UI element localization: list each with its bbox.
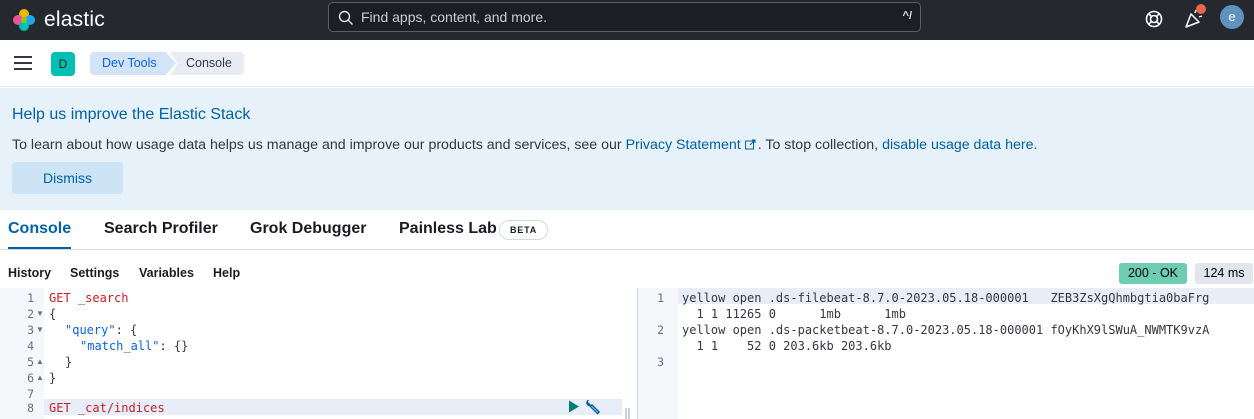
output-line: 1 1 11265 0 1mb 1mb [682,307,906,321]
breadcrumb-bar: D Dev Tools Console [0,40,1254,87]
line-number: 5 [27,355,34,369]
search-shortcut-hint: ^/ [902,10,912,22]
pane-resize-handle[interactable] [624,408,632,419]
top-header: elastic ^/ e [0,0,1254,40]
tab-painless-lab[interactable]: Painless Lab [399,220,497,249]
line-number: 8 [27,401,34,415]
code-line: GET _search [49,290,129,306]
tab-console[interactable]: Console [8,220,72,249]
dismiss-button[interactable]: Dismiss [12,162,123,194]
banner-text: To learn about how usage data helps us m… [12,137,1037,153]
dev-tools-tabs: Console Search Profiler Grok Debugger Pa… [0,210,1254,250]
response-output[interactable]: 1 2 3 yellow open .ds-filebeat-8.7.0-202… [637,288,1254,419]
history-link[interactable]: History [8,266,51,280]
json-key: "query" [65,323,116,337]
output-line: yellow open .ds-packetbeat-8.7.0-2023.05… [682,323,1210,337]
json-punct: : {} [159,339,189,353]
request-editor[interactable]: 1 2 3 4 5 6 7 8 ▼ ▼ ▲ ▲ GET _search { "q… [0,288,622,419]
output-line: yellow open .ds-filebeat-8.7.0-2023.05.1… [682,291,1210,305]
json-punct: : { [115,323,138,337]
request-path: _cat/indices [77,401,165,415]
line-number: 3 [657,355,664,369]
fold-toggle-icon[interactable]: ▼ [36,322,44,338]
elastic-cluster-icon [13,9,35,31]
banner-text-middle: . To stop collection, [757,137,883,153]
tab-grok-debugger[interactable]: Grok Debugger [250,220,366,249]
hamburger-menu-icon[interactable] [13,55,33,71]
notification-dot [1196,4,1206,14]
user-avatar[interactable]: e [1220,5,1244,29]
code-line: "match_all": {} [80,338,188,354]
json-key: "match_all" [80,339,160,353]
banner-text-before: To learn about how usage data helps us m… [12,137,626,153]
code-line: GET _cat/indices [49,400,165,416]
code-line: } [65,355,73,369]
search-input[interactable] [361,7,861,27]
space-avatar[interactable]: D [51,52,75,76]
http-method: GET [49,291,71,305]
settings-link[interactable]: Settings [70,266,119,280]
external-link-icon [744,139,756,150]
brand-name: elastic [44,8,105,31]
variables-link[interactable]: Variables [139,266,194,280]
telemetry-banner: Help us improve the Elastic Stack To lea… [0,88,1254,210]
beta-badge: BETA [499,220,549,240]
code-line: } [49,371,57,385]
line-number: 1 [657,291,664,305]
code-line: "query": { [65,322,137,338]
output-line: 1 1 52 0 203.6kb 203.6kb [682,339,892,353]
line-number: 3 [27,323,34,337]
play-icon[interactable] [568,400,580,413]
request-path: _search [77,291,129,305]
http-method: GET [49,401,71,415]
disable-usage-data-link[interactable]: disable usage data here. [882,137,1037,153]
help-link[interactable]: Help [213,266,240,280]
privacy-statement-link[interactable]: Privacy Statement [626,137,741,153]
search-icon [338,10,353,25]
global-search[interactable]: ^/ [328,2,921,32]
banner-title: Help us improve the Elastic Stack [12,106,251,123]
elastic-logo[interactable]: elastic [12,6,105,34]
help-icon[interactable] [1143,8,1165,30]
line-number: 2 [27,307,34,321]
fold-toggle-icon[interactable]: ▲ [36,354,44,370]
code-line: { [49,307,57,321]
line-number: 2 [657,323,664,337]
breadcrumb-dev-tools[interactable]: Dev Tools [90,52,176,75]
response-time-badge: 124 ms [1195,263,1253,284]
fold-toggle-icon[interactable]: ▲ [36,370,44,386]
tab-search-profiler[interactable]: Search Profiler [104,220,218,249]
line-number: 6 [27,371,34,385]
wrench-icon[interactable] [585,399,602,415]
line-number: 4 [27,339,34,353]
response-status-badge: 200 - OK [1119,263,1187,284]
breadcrumb-console: Console [170,52,244,75]
fold-toggle-icon[interactable]: ▼ [36,306,44,322]
line-number: 1 [27,291,34,305]
